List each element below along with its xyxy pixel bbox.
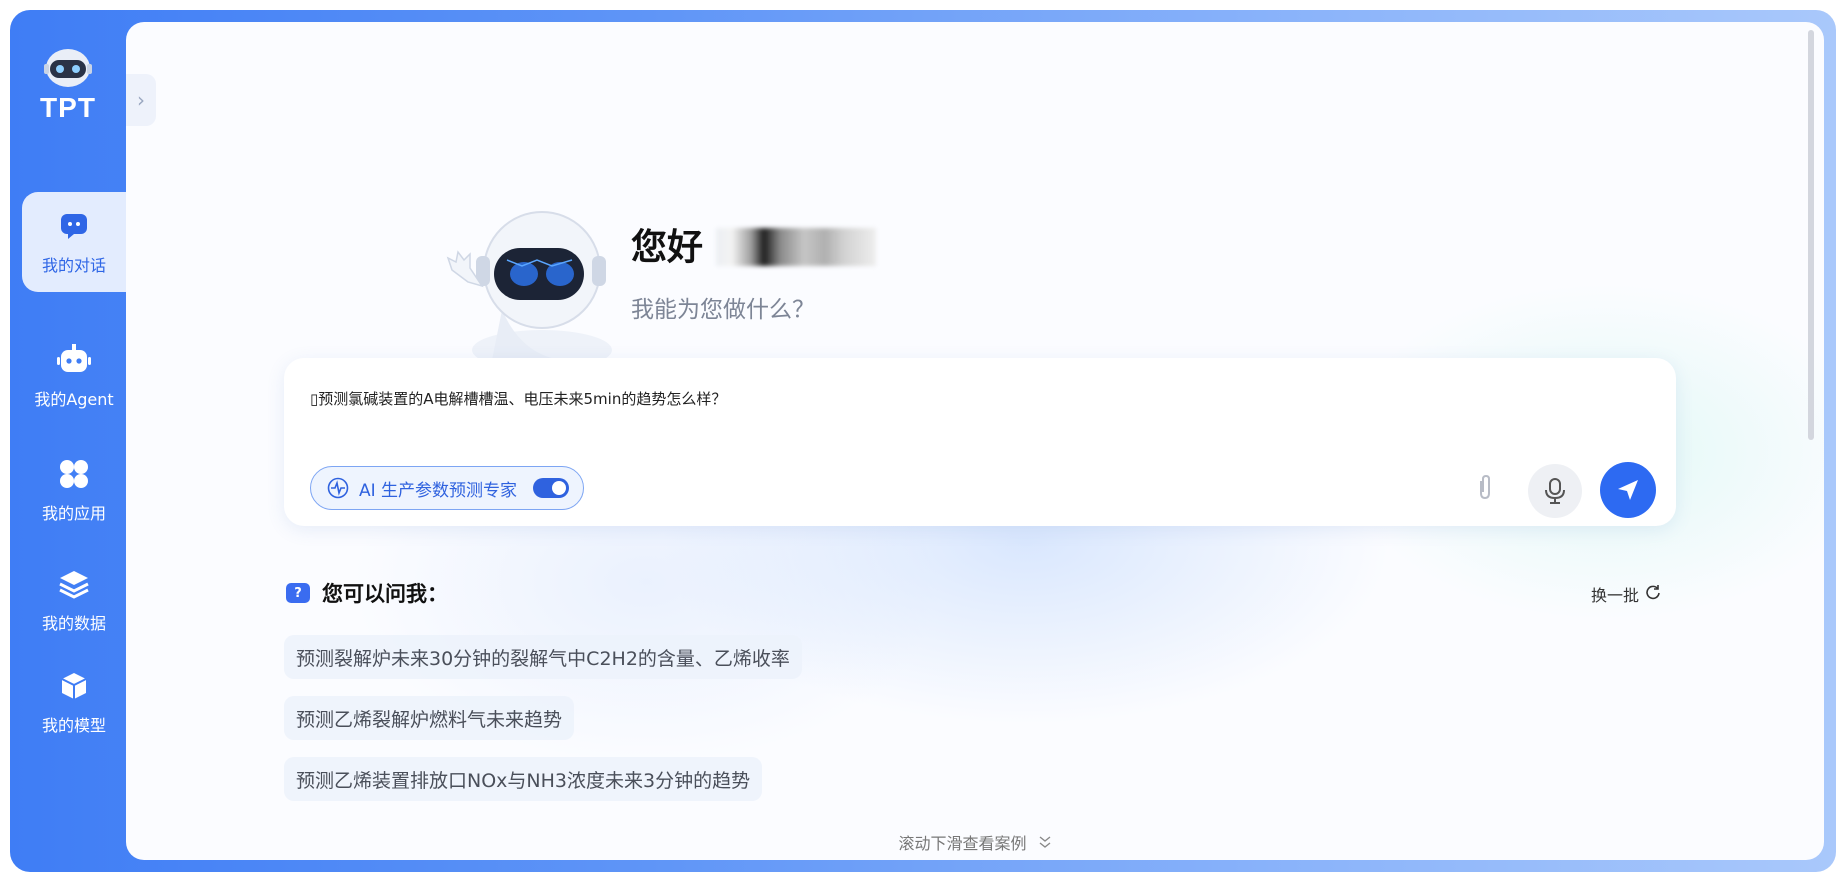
suggestion-item[interactable]: 预测乙烯裂解炉燃料气未来趋势	[284, 696, 575, 740]
robot-mascot	[432, 200, 612, 370]
refresh-icon	[1645, 584, 1661, 604]
cube-icon	[54, 666, 94, 706]
refresh-suggestions-button[interactable]: 换一批	[1591, 582, 1661, 606]
greeting-title: 您好	[631, 227, 704, 268]
chevron-right-icon: ›	[137, 88, 145, 112]
chat-input-card: ▯预测氯碱装置的A电解槽槽温、电压未来5min的趋势怎么样？ AI 生产参数预测…	[284, 358, 1676, 526]
chat-input[interactable]: ▯预测氯碱装置的A电解槽槽温、电压未来5min的趋势怎么样？	[310, 388, 726, 409]
sidebar-item-my-data[interactable]: 我的数据	[22, 550, 126, 650]
sidebar-item-label: 我的模型	[41, 716, 106, 735]
attachment-icon[interactable]	[1470, 470, 1500, 504]
scrollbar[interactable]	[1808, 30, 1814, 440]
suggestion-item[interactable]: 预测乙烯装置排放口NOx与NH3浓度未来3分钟的趋势	[284, 757, 763, 801]
redacted-username	[716, 228, 876, 266]
sidebar-item-my-agent[interactable]: 我的Agent	[22, 326, 126, 426]
sidebar: TPT 我的对话 我的Agent 我的应用 我的数据 我的模型	[10, 10, 126, 872]
double-chevron-down-icon	[1038, 834, 1052, 853]
scroll-hint[interactable]: 滚动下滑查看案例	[126, 830, 1824, 854]
layers-icon	[54, 564, 94, 604]
sidebar-item-label: 我的对话	[41, 256, 106, 275]
refresh-label: 换一批	[1591, 586, 1640, 605]
greeting-subtitle: 我能为您做什么？	[631, 297, 815, 323]
expert-label: AI 生产参数预测专家	[359, 480, 518, 501]
sidebar-item-my-chats[interactable]: 我的对话	[22, 192, 126, 292]
sidebar-item-label: 我的数据	[41, 614, 106, 633]
app-frame: TPT 我的对话 我的Agent 我的应用 我的数据 我的模型 › 您好 我能为…	[10, 10, 1836, 872]
logo: TPT	[32, 46, 104, 124]
sidebar-item-label: 我的Agent	[34, 390, 114, 409]
logo-text: TPT	[40, 92, 96, 123]
sidebar-item-label: 我的应用	[41, 504, 106, 523]
suggestions-heading: ? 您可以问我：	[286, 578, 448, 608]
question-icon: ?	[286, 583, 310, 603]
expand-sidebar-button[interactable]: ›	[126, 74, 156, 126]
expert-toggle-chip[interactable]: AI 生产参数预测专家	[310, 466, 585, 510]
send-icon	[1618, 480, 1638, 500]
main-panel: › 您好 我能为您做什么？ ▯预测氯碱装置的A电解槽槽温、电压未来5min的趋势…	[126, 22, 1824, 860]
sidebar-item-my-apps[interactable]: 我的应用	[22, 440, 126, 540]
suggestions-heading-text: 您可以问我：	[322, 582, 448, 606]
microphone-button[interactable]	[1528, 464, 1582, 518]
microphone-icon	[1545, 478, 1565, 504]
scroll-hint-text: 滚动下滑查看案例	[898, 834, 1027, 853]
robot-logo-icon	[42, 46, 94, 90]
expert-toggle-switch[interactable]	[533, 478, 570, 498]
apps-icon	[54, 454, 94, 494]
sidebar-item-my-models[interactable]: 我的模型	[22, 652, 126, 752]
suggestion-item[interactable]: 预测裂解炉未来30分钟的裂解气中C2H2的含量、乙烯收率	[284, 635, 802, 679]
send-button[interactable]	[1600, 462, 1656, 518]
robot-icon	[54, 340, 94, 380]
pulse-icon	[327, 477, 349, 499]
chat-icon	[54, 206, 94, 246]
